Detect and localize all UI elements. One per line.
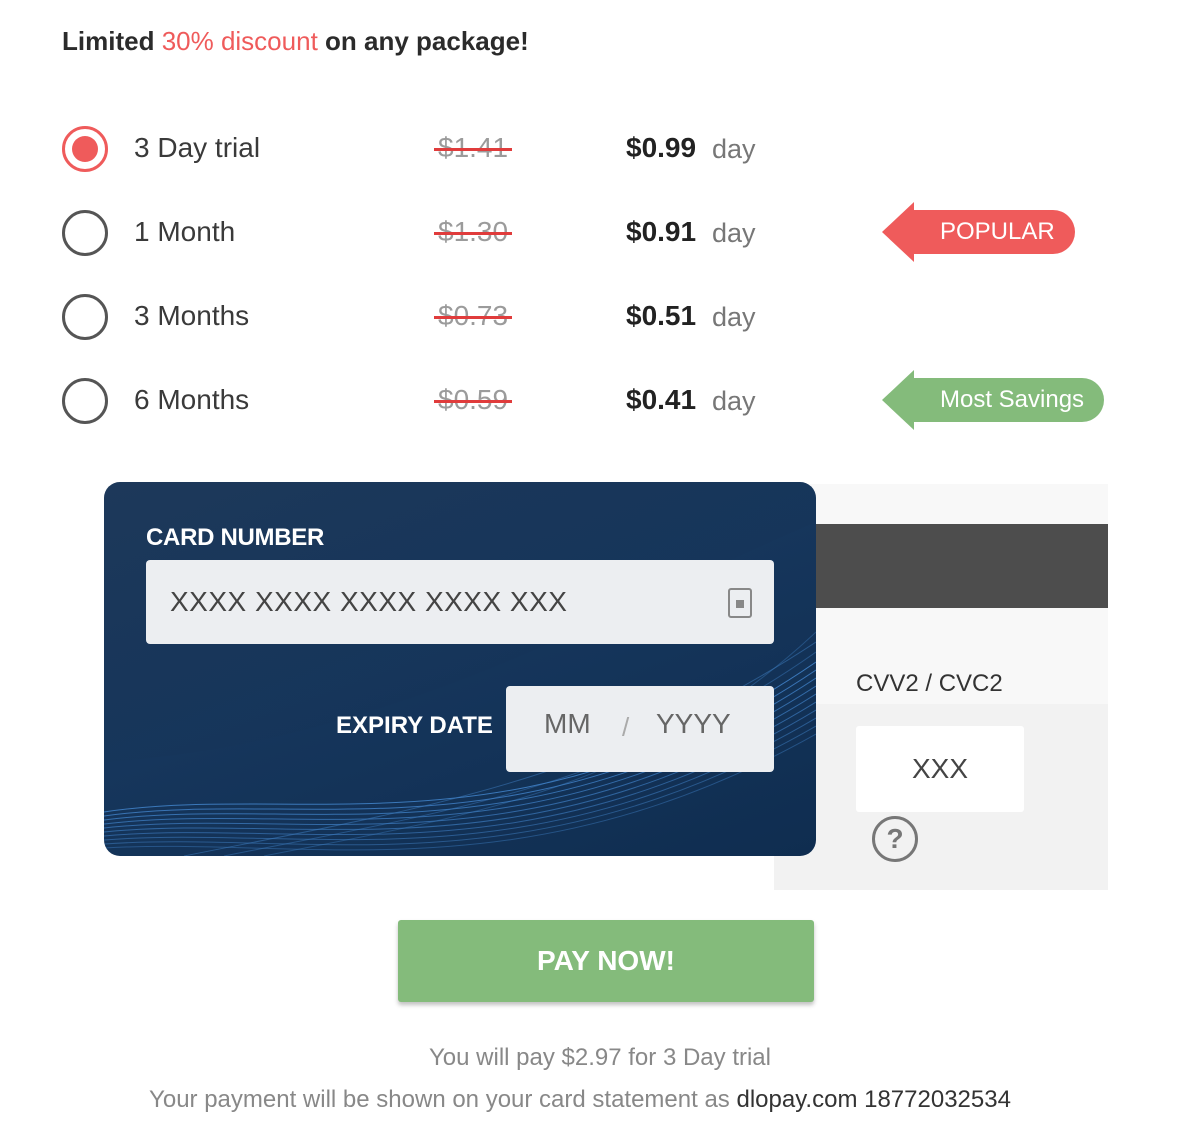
card-back: CVV2 / CVC2 ? <box>774 484 1108 890</box>
plan-price: $0.91 <box>626 216 697 247</box>
summary-amount: $2.97 <box>561 1044 622 1071</box>
plan-per-unit: day <box>712 134 756 164</box>
plan-row-1-month[interactable]: 1 Month $1.30 $0.91 day POPULAR <box>62 198 1142 282</box>
expiry-date-label: EXPIRY DATE <box>336 712 493 739</box>
summary-middle: for <box>628 1044 657 1071</box>
plan-old-price: $1.41 <box>433 132 513 163</box>
plan-row-3-day-trial[interactable]: 3 Day trial $1.41 $0.99 day <box>62 114 1142 198</box>
plan-radio-6-months[interactable] <box>62 378 108 424</box>
plan-price: $0.41 <box>626 384 697 415</box>
card-icon <box>728 588 752 618</box>
expiry-month-input[interactable] <box>544 708 614 740</box>
plan-price: $0.51 <box>626 300 697 331</box>
magnetic-stripe <box>774 524 1108 608</box>
plan-radio-3-months[interactable] <box>62 294 108 340</box>
summary-plan: 3 Day trial <box>662 1044 771 1071</box>
cvv-input[interactable] <box>856 726 1024 812</box>
plan-old-price: $1.30 <box>433 216 513 247</box>
statement-descriptor: dlopay.com 18772032534 <box>736 1086 1011 1113</box>
pay-now-button[interactable]: PAY NOW! <box>398 920 814 1002</box>
plan-name: 6 Months <box>134 384 250 415</box>
plan-name: 3 Months <box>134 300 250 331</box>
plan-row-3-months[interactable]: 3 Months $0.73 $0.51 day <box>62 282 1142 366</box>
card-number-input[interactable] <box>146 560 774 644</box>
help-icon[interactable]: ? <box>872 816 918 862</box>
promo-suffix: on any package! <box>325 26 529 56</box>
card-front: CARD NUMBER EXPIRY DATE / <box>104 482 816 856</box>
most-savings-badge: Most Savings <box>881 370 1105 430</box>
plan-radio-3-day-trial[interactable] <box>62 126 108 172</box>
plan-list: 3 Day trial $1.41 $0.99 day 1 Month $1.3… <box>62 114 1142 450</box>
expiry-separator: / <box>622 712 630 742</box>
plan-per-unit: day <box>712 302 756 332</box>
statement-prefix: Your payment will be shown on your card … <box>149 1086 730 1113</box>
summary-prefix: You will pay <box>429 1044 555 1071</box>
plan-per-unit: day <box>712 386 756 416</box>
plan-row-6-months[interactable]: 6 Months $0.59 $0.41 day Most Savings <box>62 366 1142 450</box>
promo-banner: Limited 30% discount on any package! <box>62 26 529 57</box>
plan-radio-1-month[interactable] <box>62 210 108 256</box>
expiry-date-field: / <box>506 686 774 772</box>
plan-price: $0.99 <box>626 132 697 163</box>
plan-old-price: $0.59 <box>433 384 513 415</box>
expiry-year-input[interactable] <box>656 708 746 740</box>
plan-name: 3 Day trial <box>134 132 261 163</box>
plan-old-price: $0.73 <box>433 300 513 331</box>
plan-name: 1 Month <box>134 216 236 247</box>
payment-page: Limited 30% discount on any package! 3 D… <box>0 0 1200 1128</box>
statement-note: Your payment will be shown on your card … <box>0 1086 1160 1114</box>
promo-prefix: Limited <box>62 26 155 56</box>
card-number-label: CARD NUMBER <box>146 524 325 551</box>
plan-per-unit: day <box>712 218 756 248</box>
popular-badge: POPULAR <box>882 202 1075 262</box>
cvv-label: CVV2 / CVC2 <box>856 670 1003 697</box>
promo-discount: 30% discount <box>161 26 318 56</box>
payment-summary: You will pay $2.97 for 3 Day trial <box>0 1044 1200 1072</box>
